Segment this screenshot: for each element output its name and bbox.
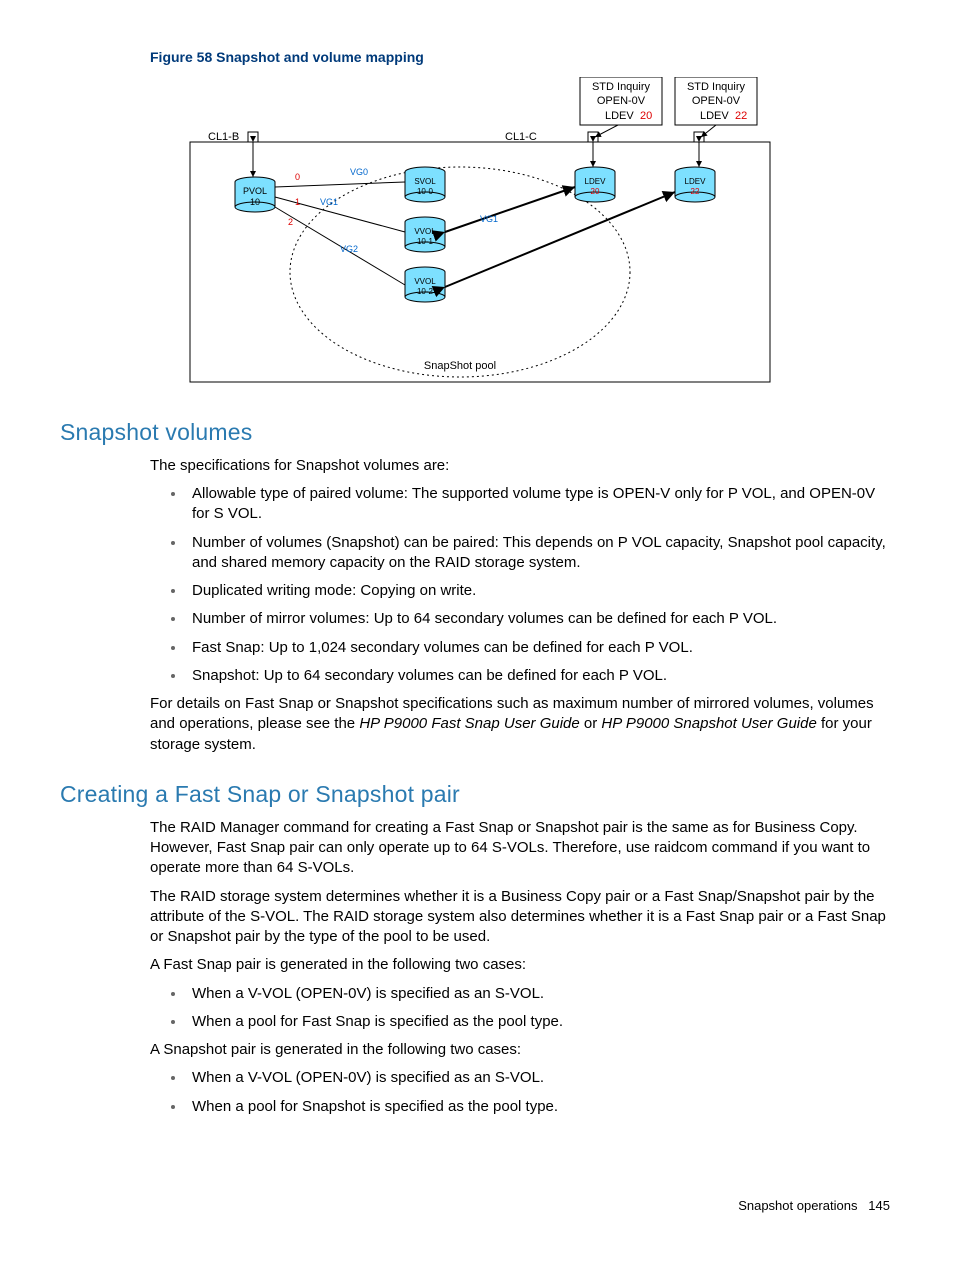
svg-text:OPEN-0V: OPEN-0V	[692, 95, 741, 107]
page-footer: Snapshot operations 145	[60, 1197, 894, 1215]
svg-text:STD Inquiry: STD Inquiry	[687, 81, 746, 93]
svg-text:PVOL: PVOL	[243, 186, 267, 196]
list-item: Number of mirror volumes: Up to 64 secon…	[186, 609, 894, 629]
doc-title-ref: HP P9000 Fast Snap User Guide	[359, 715, 579, 732]
list-item: Fast Snap: Up to 1,024 secondary volumes…	[186, 638, 894, 658]
svg-text:10: 10	[250, 197, 260, 207]
paragraph: The specifications for Snapshot volumes …	[150, 456, 894, 476]
paragraph: For details on Fast Snap or Snapshot spe…	[150, 694, 894, 755]
list-item: When a V-VOL (OPEN-0V) is specified as a…	[186, 984, 894, 1004]
svg-text:22: 22	[735, 110, 747, 122]
svg-text:CL1-B: CL1-B	[208, 131, 239, 143]
figure-diagram: STD Inquiry OPEN-0V LDEV 20 STD Inquiry …	[180, 77, 894, 387]
page-number: 145	[868, 1198, 890, 1213]
list-item: When a pool for Fast Snap is specified a…	[186, 1012, 894, 1032]
paragraph: The RAID storage system determines wheth…	[150, 887, 894, 948]
svg-text:LDEV: LDEV	[605, 110, 634, 122]
svg-text:22: 22	[691, 187, 700, 196]
bullet-list: When a V-VOL (OPEN-0V) is specified as a…	[150, 1068, 894, 1117]
svg-text:VVOL: VVOL	[414, 277, 436, 286]
svg-text:VG1: VG1	[320, 197, 338, 207]
svg-text:1: 1	[295, 197, 300, 207]
heading-creating-pair: Creating a Fast Snap or Snapshot pair	[60, 779, 894, 810]
svg-text:VG2: VG2	[340, 244, 358, 254]
bullet-list: When a V-VOL (OPEN-0V) is specified as a…	[150, 984, 894, 1033]
svg-text:0: 0	[295, 172, 300, 182]
svg-text:2: 2	[288, 217, 293, 227]
svg-text:STD Inquiry: STD Inquiry	[592, 81, 651, 93]
svg-text:20: 20	[591, 187, 600, 196]
svg-text:LDEV: LDEV	[700, 110, 729, 122]
bullet-list: Allowable type of paired volume: The sup…	[150, 484, 894, 686]
list-item: Snapshot: Up to 64 secondary volumes can…	[186, 666, 894, 686]
svg-text:SnapShot pool: SnapShot pool	[424, 360, 496, 372]
heading-snapshot-volumes: Snapshot volumes	[60, 417, 894, 448]
svg-text:10-2: 10-2	[417, 287, 434, 296]
svg-text:VG1: VG1	[480, 214, 498, 224]
list-item: Number of volumes (Snapshot) can be pair…	[186, 533, 894, 574]
paragraph: The RAID Manager command for creating a …	[150, 818, 894, 879]
list-item: Duplicated writing mode: Copying on writ…	[186, 581, 894, 601]
svg-text:OPEN-0V: OPEN-0V	[597, 95, 646, 107]
svg-text:LDEV: LDEV	[585, 177, 607, 186]
list-item: When a V-VOL (OPEN-0V) is specified as a…	[186, 1068, 894, 1088]
svg-text:LDEV: LDEV	[685, 177, 707, 186]
text: or	[580, 715, 602, 732]
list-item: Allowable type of paired volume: The sup…	[186, 484, 894, 525]
figure-caption: Figure 58 Snapshot and volume mapping	[150, 48, 894, 67]
svg-text:CL1-C: CL1-C	[505, 131, 537, 143]
footer-section: Snapshot operations	[738, 1198, 857, 1213]
paragraph: A Snapshot pair is generated in the foll…	[150, 1040, 894, 1060]
svg-text:VVOL: VVOL	[414, 227, 436, 236]
svg-text:10-1: 10-1	[417, 237, 434, 246]
list-item: When a pool for Snapshot is specified as…	[186, 1097, 894, 1117]
doc-title-ref: HP P9000 Snapshot User Guide	[601, 715, 816, 732]
svg-text:VG0: VG0	[350, 167, 368, 177]
svg-text:SVOL: SVOL	[414, 177, 436, 186]
svg-text:20: 20	[640, 110, 652, 122]
svg-text:10-0: 10-0	[417, 187, 434, 196]
paragraph: A Fast Snap pair is generated in the fol…	[150, 955, 894, 975]
